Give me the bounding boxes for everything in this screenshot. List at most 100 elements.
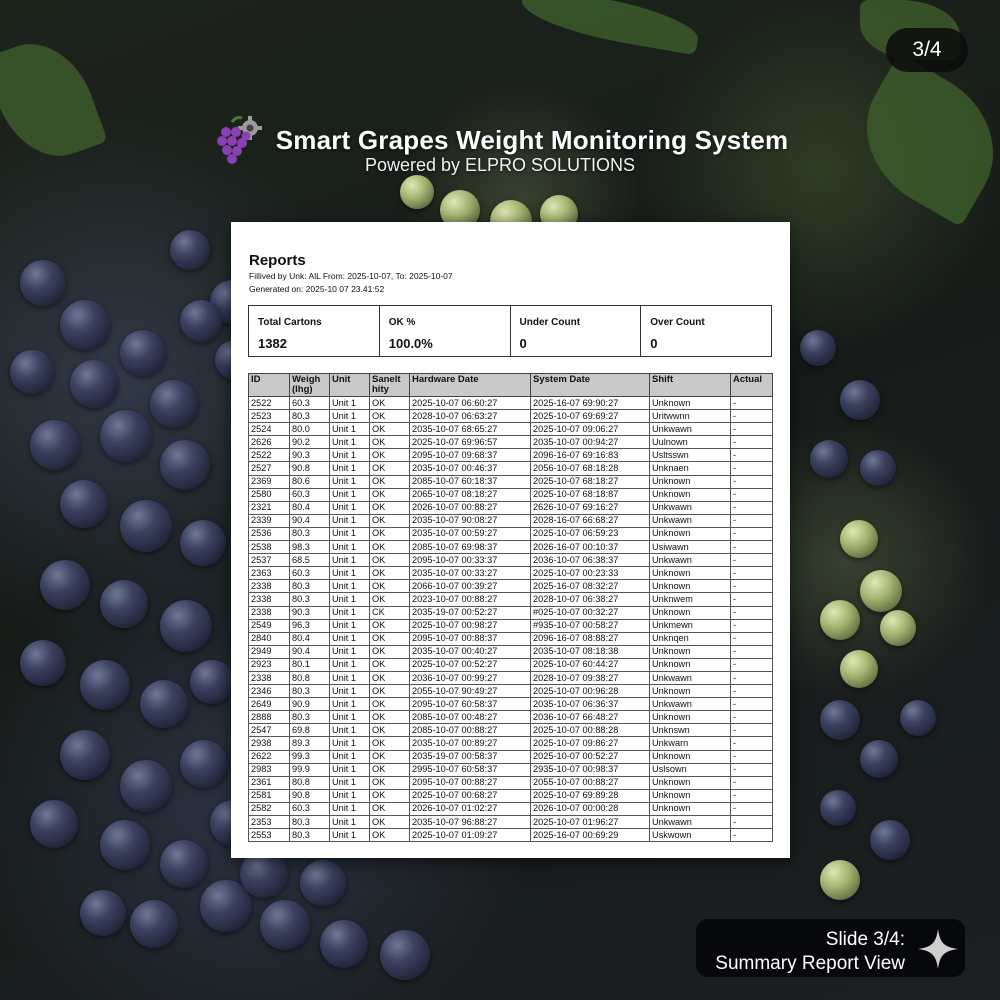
table-cell: 2055-10-07 00:88:27 — [530, 775, 650, 790]
table-cell: Unit 1 — [329, 513, 370, 528]
table-cell: 2553 — [248, 828, 290, 843]
table-cell: 2338 — [248, 579, 290, 594]
report-filter-text: Fillived by Unk: AlL From: 2025-10-07, T… — [249, 271, 453, 281]
table-cell: 2066-10-07 00:39:27 — [409, 579, 531, 594]
dark-grape — [170, 230, 210, 270]
table-cell: 80.3 — [289, 814, 330, 830]
table-cell: 2025-10-07 69:89:28 — [530, 788, 650, 803]
green-grape — [820, 860, 860, 900]
table-cell: 2527 — [248, 461, 290, 476]
dark-grape — [60, 730, 110, 780]
table-cell: OK — [369, 553, 410, 568]
dark-grape — [860, 740, 898, 778]
table-row: 2626 90.2 Unit 1 OK 2025-10-07 69:96:57 2035-… — [248, 435, 773, 450]
table-cell: CK — [369, 605, 410, 620]
app-subtitle: Powered by ELPRO SOLUTIONS — [364, 155, 636, 175]
table-cell: OK — [369, 631, 410, 646]
column-header-id: ID — [248, 373, 290, 397]
table-cell: - — [730, 723, 773, 738]
table-row: 2553 80.3 Unit 1 OK 2025-10-07 01:09:27 2025-… — [248, 828, 773, 843]
table-cell: 2025-10-07 68:18:87 — [530, 487, 650, 502]
table-cell: Unknown — [649, 566, 731, 581]
table-cell: Unit 1 — [329, 448, 370, 463]
slide-counter-badge: 3/4 — [886, 28, 968, 72]
table-cell: Unit 1 — [329, 828, 370, 843]
table-cell: 2025-10-07 01:96:27 — [530, 814, 650, 830]
table-cell: Unit 1 — [329, 618, 370, 633]
table-cell: 90.9 — [289, 697, 330, 712]
table-cell: OK — [369, 762, 410, 777]
table-cell: 2369 — [248, 474, 290, 489]
table-row: 2338 80.3 Unit 1 OK 2023-10-07 00:88:27 2028-… — [248, 592, 773, 607]
table-cell: Unknqen — [649, 631, 731, 646]
table-cell: OK — [369, 435, 410, 450]
table-cell: Unit 1 — [329, 553, 370, 568]
table-cell: 2582 — [248, 801, 290, 817]
table-cell: 2065-10-07 08:18:27 — [409, 487, 531, 502]
table-cell: OK — [369, 697, 410, 712]
table-cell: 2035-10-07 00:59:27 — [409, 526, 531, 542]
table-cell: 2085-10-07 69:98:37 — [409, 540, 531, 555]
table-cell: 2095-10-07 00:88:27 — [409, 775, 531, 790]
table-cell: - — [730, 814, 773, 830]
table-cell: 2353 — [248, 814, 290, 830]
dark-grape — [100, 410, 152, 462]
table-cell: 2547 — [248, 723, 290, 738]
summary-under-count: Under Count 0 — [511, 306, 642, 356]
table-cell: 2321 — [248, 500, 290, 515]
green-grape — [880, 610, 916, 646]
table-cell: 2025-10-07 06:59:23 — [530, 526, 650, 542]
table-cell: OK — [369, 644, 410, 659]
table-cell: Unit 1 — [329, 801, 370, 817]
table-cell: 68.5 — [289, 553, 330, 568]
summary-value: 0 — [650, 336, 658, 351]
table-cell: 2028-16-07 66:68:27 — [530, 513, 650, 528]
table-cell: 2035-19-07 00:58:37 — [409, 749, 531, 764]
table-cell: Unit 1 — [329, 697, 370, 712]
dark-grape — [160, 440, 210, 490]
table-cell: Unit 1 — [329, 788, 370, 803]
table-cell: 96.3 — [289, 618, 330, 633]
table-cell: 2035-10-07 68:65:27 — [409, 422, 531, 437]
table-cell: Unit 1 — [329, 422, 370, 437]
summary-box: Total Cartons 1382 OK % 100.0% Under Cou… — [248, 305, 772, 357]
table-cell: 80.3 — [289, 579, 330, 594]
table-cell: 2025-10-07 00:52:27 — [409, 657, 531, 672]
table-cell: - — [730, 553, 773, 568]
table-cell: Uritwwnn — [649, 409, 731, 424]
table-cell: OK — [369, 513, 410, 528]
table-cell: Unkwawn — [649, 500, 731, 515]
table-cell: 2524 — [248, 422, 290, 437]
table-cell: OK — [369, 422, 410, 437]
table-cell: 2026-16-07 00:10:37 — [530, 540, 650, 555]
table-cell: OK — [369, 775, 410, 790]
table-cell: OK — [369, 395, 410, 411]
table-row: 2527 90.8 Unit 1 OK 2035-10-07 00:46:37 2056-… — [248, 461, 773, 476]
table-cell: 80.8 — [289, 775, 330, 790]
table-cell: 2025-10-07 01:09:27 — [409, 828, 531, 843]
table-cell: 99.3 — [289, 749, 330, 764]
table-cell: OK — [369, 814, 410, 830]
table-body: 2522 60.3 Unit 1 OK 2025-10-07 06:60:27 2025-… — [248, 395, 773, 843]
table-cell: Unit 1 — [329, 605, 370, 620]
table-cell: Unknown — [649, 749, 731, 764]
table-cell: 2085-10-07 00:48:27 — [409, 710, 531, 725]
table-cell: Unknown — [649, 605, 731, 620]
table-row: 2923 80.1 Unit 1 OK 2025-10-07 00:52:27 2025-… — [248, 657, 773, 672]
table-row: 2547 69.8 Unit 1 OK 2085-10-07 00:88:27 2025-… — [248, 723, 773, 738]
table-header-row: ID Weigh (Ihg) Unit Sanelt hity Hardware… — [248, 373, 773, 397]
table-row: 2549 96.3 Unit 1 OK 2025-10-07 00:98:27 #935-… — [248, 618, 773, 633]
table-cell: OK — [369, 723, 410, 738]
dark-grape — [100, 820, 150, 870]
table-cell: Unit 1 — [329, 566, 370, 581]
table-cell: Unknswn — [649, 723, 731, 738]
dark-grape — [190, 660, 234, 704]
table-cell: Unknown — [649, 684, 731, 699]
table-cell: - — [730, 579, 773, 594]
table-cell: 2888 — [248, 710, 290, 725]
table-cell: Unit 1 — [329, 526, 370, 542]
dark-grape — [80, 660, 130, 710]
table-cell: 2028-10-07 06:63:27 — [409, 409, 531, 424]
table-cell: OK — [369, 828, 410, 843]
sparkle-icon — [915, 926, 961, 972]
